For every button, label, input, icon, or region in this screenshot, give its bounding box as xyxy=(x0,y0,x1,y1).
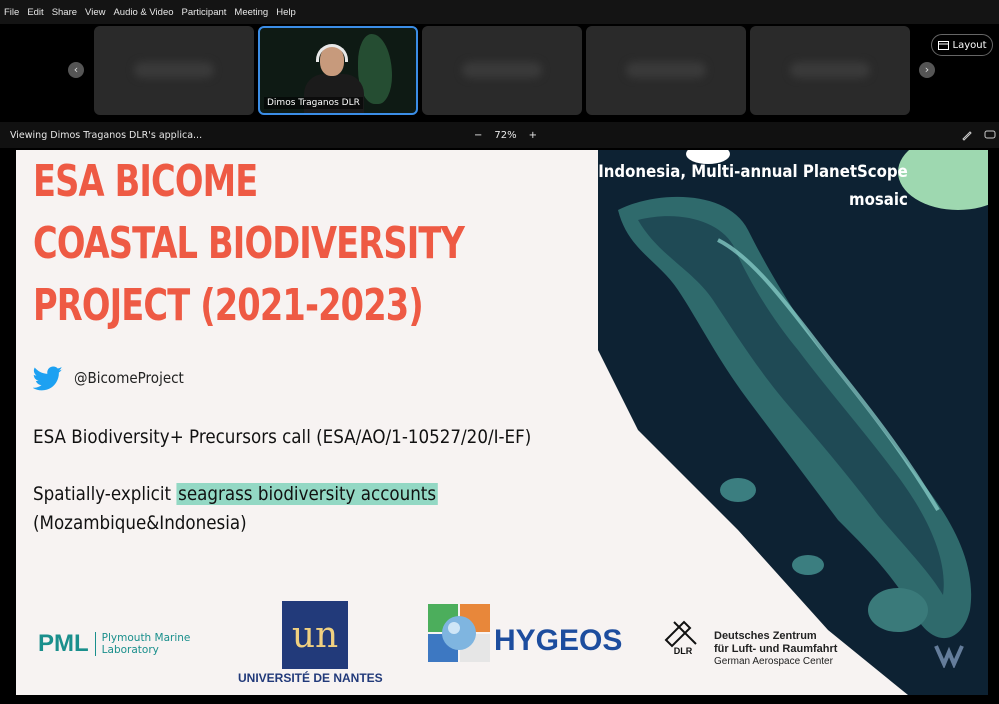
layout-button[interactable]: Layout xyxy=(931,34,993,56)
watermark-icon xyxy=(934,645,964,668)
layout-label: Layout xyxy=(952,39,987,51)
zoom-out-button[interactable]: − xyxy=(474,130,482,141)
next-participants-button[interactable]: › xyxy=(919,62,935,78)
participant-tile[interactable] xyxy=(422,26,582,115)
svg-text:DLR: DLR xyxy=(674,646,693,656)
participant-tile-active-speaker[interactable]: Dimos Traganos DLR xyxy=(258,26,418,115)
slide-title-line-3: PROJECT (2021-2023) xyxy=(33,280,424,331)
accounts-line-2: (Mozambique&Indonesia) xyxy=(33,512,247,534)
nantes-logo-text: UNIVERSITÉ DE NANTES xyxy=(238,671,383,685)
zoom-in-button[interactable]: + xyxy=(529,130,537,141)
twitter-handle: @BicomeProject xyxy=(74,369,184,387)
hygeos-logo-text: HYGEOS xyxy=(494,624,623,657)
slide-title-line-2: COASTAL BIODIVERSITY xyxy=(33,218,465,269)
satellite-image xyxy=(598,150,988,695)
previous-participants-button[interactable]: ‹ xyxy=(68,62,84,78)
slide-title-line-1: ESA BICOME xyxy=(33,156,258,207)
dlr-line-3: German Aerospace Center xyxy=(714,656,833,667)
headset-icon xyxy=(316,44,348,62)
accounts-highlight: seagrass biodiversity accounts xyxy=(176,483,438,505)
viewing-status: Viewing Dimos Traganos DLR's applica... xyxy=(10,129,203,141)
pml-logo: PML Plymouth Marine Laboratory xyxy=(38,630,190,658)
participant-tile[interactable] xyxy=(94,26,254,115)
menu-bar: File Edit Share View Audio & Video Parti… xyxy=(0,0,999,24)
nantes-logo-mark: un xyxy=(292,615,338,656)
svg-text:un: un xyxy=(292,615,338,656)
pml-logo-mark: PML xyxy=(38,630,89,657)
accounts-line-1: Spatially-explicit seagrass biodiversity… xyxy=(33,483,438,505)
participant-name: Dimos Traganos DLR xyxy=(264,97,363,109)
menu-view[interactable]: View xyxy=(85,7,105,18)
participant-tile[interactable] xyxy=(586,26,746,115)
universite-de-nantes-logo: un xyxy=(282,601,348,669)
menu-share[interactable]: Share xyxy=(52,7,77,18)
accounts-prefix: Spatially-explicit xyxy=(33,483,177,505)
annotate-icon[interactable] xyxy=(961,129,973,141)
image-caption-line-2: mosaic xyxy=(849,190,908,210)
dlr-line-1: Deutsches Zentrum xyxy=(714,630,817,642)
screen-share-bar: Viewing Dimos Traganos DLR's applica... … xyxy=(0,122,999,148)
call-text: ESA Biodiversity+ Precursors call (ESA/A… xyxy=(33,426,532,448)
menu-edit[interactable]: Edit xyxy=(27,7,43,18)
chat-icon[interactable] xyxy=(984,129,996,141)
menu-audio-video[interactable]: Audio & Video xyxy=(113,7,173,18)
menu-file[interactable]: File xyxy=(4,7,19,18)
participant-tile[interactable] xyxy=(750,26,910,115)
dlr-logo-icon: DLR xyxy=(664,620,697,656)
dlr-logo-text: Deutsches Zentrum für Luft- und Raumfahr… xyxy=(714,630,837,668)
pml-logo-text: Plymouth Marine Laboratory xyxy=(94,632,191,656)
menu-participant[interactable]: Participant xyxy=(182,7,227,18)
menu-meeting[interactable]: Meeting xyxy=(234,7,268,18)
dlr-line-2: für Luft- und Raumfahrt xyxy=(714,643,838,655)
participant-strip: ‹ Dimos Traganos DLR › Layout xyxy=(0,24,999,122)
twitter-icon xyxy=(33,366,63,391)
layout-icon xyxy=(937,40,949,50)
menu-help[interactable]: Help xyxy=(276,7,296,18)
pml-logo-line-1: Plymouth Marine xyxy=(101,632,191,644)
zoom-level: 72% xyxy=(494,129,517,141)
pml-logo-line-2: Laboratory xyxy=(101,644,159,656)
zoom-controls: − 72% + xyxy=(474,130,537,141)
image-caption-line-1: Indonesia, Multi-annual PlanetScope xyxy=(598,162,908,182)
shared-slide: ESA BICOME COASTAL BIODIVERSITY PROJECT … xyxy=(16,150,988,695)
hygeos-logo-icon xyxy=(428,604,490,662)
